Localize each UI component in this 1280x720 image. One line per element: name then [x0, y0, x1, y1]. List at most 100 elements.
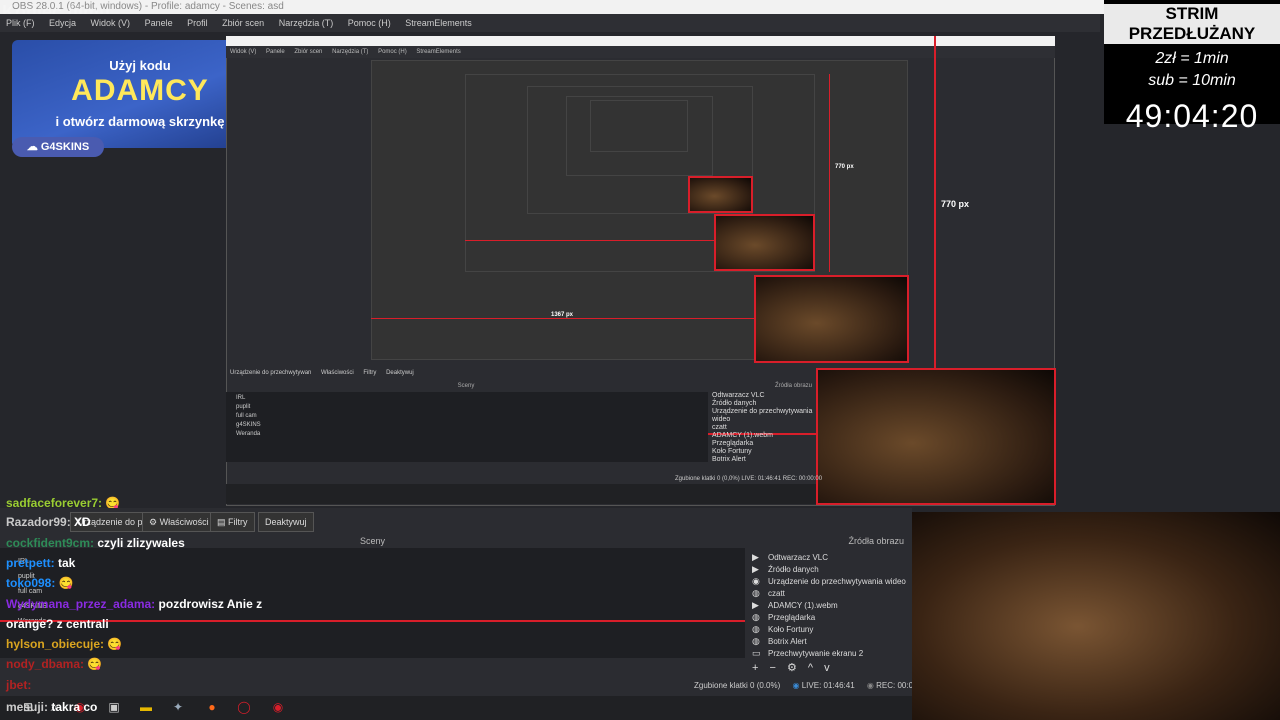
nested-source-item: Urządzenie do przechwytywania wideo [712, 408, 813, 423]
chat-text: 😋 [87, 657, 103, 671]
nested-scene-item: full cam [236, 413, 257, 419]
menu-scene-collection[interactable]: Zbiór scen [222, 18, 264, 28]
chat-message: pretpett: tak [6, 556, 75, 570]
height-label-2: 770 px [835, 164, 854, 170]
chat-text: XD [74, 515, 91, 529]
chat-username: Wydymana_przez_adama: [6, 597, 156, 611]
menu-view[interactable]: Widok (V) [91, 18, 131, 28]
chat-text: pozdrowisz Anie z [158, 597, 263, 611]
nested-scene-item: Weranda [236, 431, 261, 437]
source-item[interactable]: Źródło danych [768, 565, 819, 574]
app-icon[interactable]: ▣ [106, 699, 122, 715]
camera-preview-1[interactable] [816, 368, 1056, 505]
nested-menu-item: Narzędzia (T) [332, 49, 369, 55]
gear-icon: ⚙ [149, 517, 160, 527]
source-item[interactable]: Koło Fortuny [768, 625, 813, 634]
chat-message: hylson_obiecuje: 😋 [6, 637, 122, 651]
chat-text: tak [58, 556, 76, 570]
camera-preview-3[interactable] [714, 214, 815, 271]
globe-icon: ◍ [752, 624, 760, 634]
chat-message: jbet: [6, 678, 31, 692]
tab-properties[interactable]: ⚙ Właściwości [142, 512, 216, 532]
chat-message: mesuji: takra co [6, 700, 97, 714]
globe-icon: ◍ [752, 636, 760, 646]
menu-streamelements[interactable]: StreamElements [405, 18, 472, 28]
source-item[interactable]: Przeglądarka [768, 613, 815, 622]
opera-icon[interactable]: ◯ [236, 699, 252, 715]
status-bar: Zgubione klatki 0 (0.0%) ◉ LIVE: 01:46:4… [694, 681, 929, 690]
source-item[interactable]: czatt [768, 589, 785, 598]
camera-icon: ◉ [752, 576, 760, 586]
obs-red-icon[interactable]: ◉ [270, 699, 286, 715]
menu-tools[interactable]: Narzędzia (T) [279, 18, 334, 28]
recursive-level-5 [590, 100, 688, 152]
chat-message: cockfident9cm: czyli zlizywales [6, 536, 185, 550]
nested-scene-item: g4SKINS [236, 422, 261, 428]
camera-preview-2[interactable] [754, 275, 909, 363]
nested-tab: Urządzenie do przechwytywan [230, 370, 312, 376]
source-item[interactable]: Urządzenie do przechwytywania wideo [768, 577, 906, 586]
window-titlebar: OBS 28.0.1 (64-bit, windows) - Profile: … [0, 0, 1280, 14]
timer-rate-donation: 2zł = 1min [1155, 50, 1229, 67]
chat-username: jbet: [6, 678, 32, 692]
steam-icon[interactable]: ✦ [170, 699, 186, 715]
camera-preview-4[interactable] [688, 176, 753, 213]
source-item[interactable]: Botrix Alert [768, 637, 807, 646]
source-item[interactable]: Przechwytywanie ekranu 2 [768, 649, 863, 658]
play-icon: ▶ [752, 552, 759, 562]
dropped-frames: Zgubione klatki 0 (0.0%) [694, 681, 781, 690]
sources-header: Źródła obrazu [848, 536, 904, 546]
nested-scene-item: puplit [236, 404, 251, 410]
nested-menu-item: Zbiór scen [294, 49, 323, 55]
width-label-2: 1367 px [551, 312, 574, 318]
deactivate-button[interactable]: Deaktywuj [258, 512, 314, 532]
menu-help[interactable]: Pomoc (H) [348, 18, 391, 28]
height-guide-line-2 [829, 74, 830, 272]
chat-text: 😋 [107, 637, 123, 651]
nested-tab: Filtry [363, 370, 377, 376]
nested-source-item: Źródło danych [712, 400, 757, 407]
chat-username: pretpett: [6, 556, 55, 570]
nested-source-item: Odtwarzacz VLC [712, 392, 765, 399]
filter-icon: ▤ [217, 517, 229, 527]
menu-profile[interactable]: Profil [187, 18, 208, 28]
menu-file[interactable]: Plik (F) [6, 18, 35, 28]
chat-username: Razador99: [6, 515, 71, 529]
timer-clock: 49:04:20 [1125, 98, 1259, 134]
width-guide-line-3 [465, 240, 715, 241]
source-item[interactable]: ADAMCY (1).webm [768, 601, 838, 610]
live-indicator: ◉ LIVE: 01:46:41 [792, 681, 855, 690]
timer-title: STRIM PRZEDŁUŻANY [1104, 4, 1280, 44]
nested-source-item: Koło Fortuny [712, 448, 752, 455]
nested-source-item: ADAMCY (1).webm [712, 432, 773, 439]
chat-text: takra co [51, 700, 98, 714]
menu-edit[interactable]: Edycja [49, 18, 76, 28]
chat-message: nody_dbama: 😋 [6, 657, 102, 671]
firefox-icon[interactable]: ● [204, 699, 220, 715]
chat-message: toko098: 😋 [6, 576, 74, 590]
height-label: 770 px [941, 199, 970, 209]
nested-scenes-header: Sceny [457, 383, 475, 389]
brand-logo-icon: ☁ [26, 141, 41, 153]
nested-source-item: Botrix Alert [712, 456, 746, 463]
nested-taskbar [226, 484, 816, 504]
nested-source-item: czatt [712, 424, 727, 431]
chat-username: mesuji: [6, 700, 49, 714]
nested-tab: Deaktywuj [386, 370, 414, 376]
source-item[interactable]: Odtwarzacz VLC [768, 553, 828, 562]
nested-scenes-panel: IRL puplit full cam g4SKINS Weranda [226, 392, 708, 462]
chat-username: toko098: [6, 576, 56, 590]
source-controls[interactable]: + − ⚙ ^ v [752, 661, 834, 674]
chat-message: Wydymana_przez_adama: pozdrowisz Anie z [6, 597, 262, 611]
nested-scene-item: IRL [236, 395, 246, 401]
nested-tabs: Urządzenie do przechwytywan Właściwości … [226, 366, 816, 380]
folder-icon[interactable]: ▬ [138, 699, 154, 715]
nested-sources-panel: Odtwarzacz VLC Źródło danych Urządzenie … [712, 392, 816, 464]
chat-username: cockfident9cm: [6, 536, 95, 550]
height-guide-line [934, 36, 936, 370]
nested-titlebar [226, 36, 1055, 46]
chat-message: Razador99: XD [6, 515, 91, 529]
tab-filters[interactable]: ▤ Filtry [210, 512, 255, 532]
play-icon: ▶ [752, 564, 759, 574]
menu-docks[interactable]: Panele [145, 18, 173, 28]
